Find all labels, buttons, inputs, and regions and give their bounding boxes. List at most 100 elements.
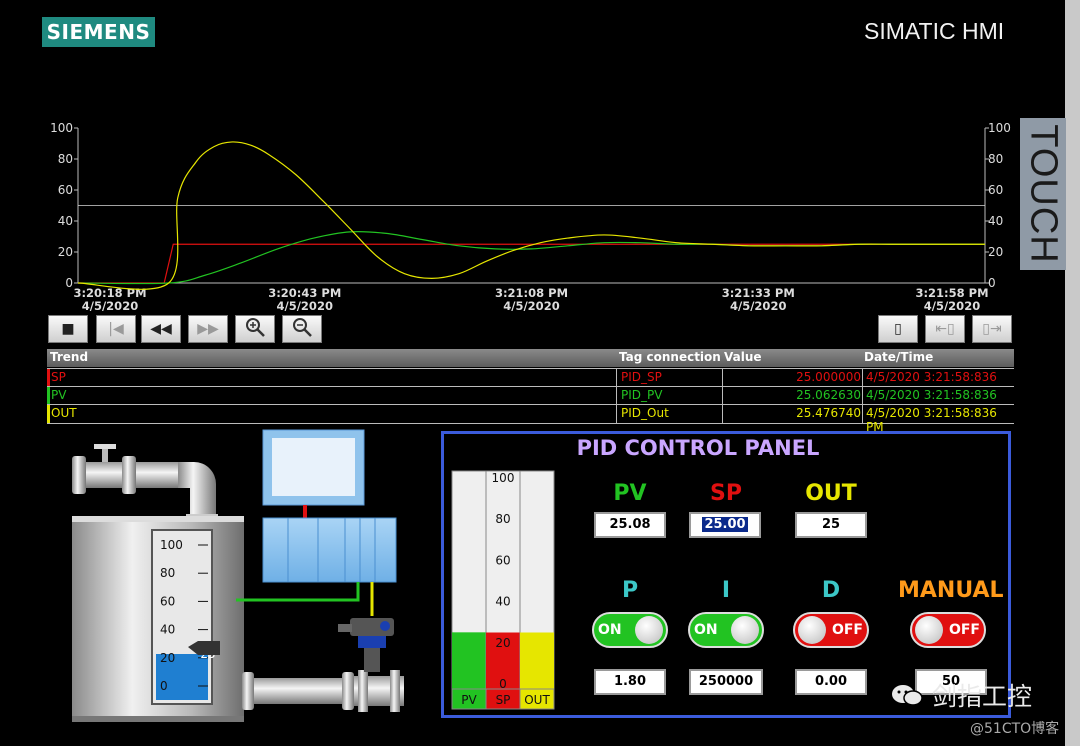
ruler-right-button[interactable]: ▯⇥ xyxy=(972,315,1012,343)
row-tag: PID_Out xyxy=(621,406,669,420)
side-strip xyxy=(1065,0,1080,746)
x-tick-date: 4/5/2020 xyxy=(503,299,559,313)
table-row[interactable]: OUT PID_Out 25.476740 4/5/2020 3:21:58:8… xyxy=(47,404,1014,434)
y-tick-label-right: 80 xyxy=(988,152,1003,166)
p-toggle-state: ON xyxy=(598,622,622,638)
bar-scale-label: 0 xyxy=(499,677,507,691)
x-tick-time: 3:20:18 PM xyxy=(73,286,146,300)
bar-scale-label: 80 xyxy=(495,512,510,526)
tank-scale-label: 100 xyxy=(160,538,183,552)
inlet-pipe xyxy=(72,444,218,522)
first-button[interactable]: |◀ xyxy=(96,315,136,343)
ruler-left-icon: ⇤▯ xyxy=(935,321,955,337)
row-value: 25.062630 xyxy=(796,388,861,402)
hmi-title: SIMATIC HMI xyxy=(864,18,1005,44)
rewind-button[interactable]: ◀◀ xyxy=(141,315,181,343)
y-tick-label: 40 xyxy=(58,214,73,228)
ruler-left-button[interactable]: ⇤▯ xyxy=(925,315,965,343)
manual-label: MANUAL xyxy=(898,578,1004,603)
ruler-icon: ▯ xyxy=(894,321,902,337)
y-tick-label: 20 xyxy=(58,245,73,259)
x-tick-date: 4/5/2020 xyxy=(82,299,138,313)
y-tick-label: 100 xyxy=(50,121,73,135)
p-label: P xyxy=(621,578,639,603)
x-tick-time: 3:21:58 PM xyxy=(915,286,988,300)
pv-value-field: 25.08 xyxy=(594,512,666,538)
zoom-in-button[interactable] xyxy=(235,315,275,343)
tank-scale-label: 20 xyxy=(160,651,175,665)
zoom-out-button[interactable] xyxy=(282,315,322,343)
stop-button[interactable]: ■ xyxy=(48,315,88,343)
pid-panel-title: PID CONTROL PANEL xyxy=(576,436,820,460)
i-toggle-state: ON xyxy=(694,622,718,638)
row-tag: PID_SP xyxy=(621,370,662,384)
col-tag: Tag connection xyxy=(619,350,721,364)
stop-icon: ■ xyxy=(61,321,75,337)
row-color-marker xyxy=(47,387,50,405)
i-input[interactable]: 250000 xyxy=(689,669,763,695)
toggle-knob xyxy=(731,616,759,644)
table-row[interactable]: SP PID_SP 25.000000 4/5/2020 3:21:58:836… xyxy=(47,368,1014,398)
x-tick-date: 4/5/2020 xyxy=(730,299,786,313)
series-pv xyxy=(77,230,985,285)
toggle-knob xyxy=(915,616,943,644)
y-tick-label-right: 40 xyxy=(988,214,1003,228)
plc-rack xyxy=(262,517,397,583)
p-toggle[interactable]: ON xyxy=(592,612,668,648)
tank-scale-label: 40 xyxy=(160,623,175,637)
d-input[interactable]: 0.00 xyxy=(795,669,867,695)
bar-label: SP xyxy=(496,693,511,707)
bar-scale-label: 100 xyxy=(492,471,515,485)
row-datetime: 4/5/2020 3:21:58:836 PM xyxy=(866,406,997,434)
forward-button[interactable]: ▶▶ xyxy=(188,315,228,343)
level-gauge xyxy=(151,529,213,705)
y-tick-label-right: 20 xyxy=(988,245,1003,259)
y-tick-label-right: 60 xyxy=(988,183,1003,197)
pid-bar-graph: PV SP OUT 100 80 60 40 20 0 xyxy=(451,470,555,710)
bar-out xyxy=(520,632,554,689)
trend-table: Trend Tag connection Value Date/Time SP … xyxy=(47,349,1014,434)
y-tick-label: 0 xyxy=(65,276,73,290)
d-toggle[interactable]: OFF xyxy=(793,612,869,648)
control-valve xyxy=(338,618,394,672)
row-color-marker xyxy=(47,405,50,423)
table-header: Trend Tag connection Value Date/Time xyxy=(47,349,1014,367)
series-sp xyxy=(78,243,985,284)
zoom-out-icon xyxy=(291,316,313,342)
ruler-button[interactable]: ▯ xyxy=(878,315,918,343)
bar-scale-label: 20 xyxy=(495,636,510,650)
forward-icon: ▶▶ xyxy=(197,321,219,337)
x-tick-date: 4/5/2020 xyxy=(277,299,333,313)
tank-scale-label: 80 xyxy=(160,566,175,580)
manual-toggle[interactable]: OFF xyxy=(910,612,986,648)
bar-label: PV xyxy=(461,693,477,707)
sp-input[interactable]: 25.00 xyxy=(689,512,761,538)
toggle-knob xyxy=(635,616,663,644)
d-label: D xyxy=(821,578,841,603)
d-toggle-state: OFF xyxy=(831,622,863,638)
process-graphic: 10080604020025 xyxy=(72,429,404,722)
bar-label: OUT xyxy=(524,693,550,707)
touch-label: TOUCH xyxy=(1022,124,1065,264)
row-color-marker xyxy=(47,369,50,387)
row-trend: OUT xyxy=(51,406,77,420)
sp-input-value: 25.00 xyxy=(702,517,748,532)
p-input[interactable]: 1.80 xyxy=(594,669,666,695)
pv-label: PV xyxy=(613,481,647,506)
watermark-site: @51CTO博客 xyxy=(970,721,1060,737)
y-tick-label-right: 100 xyxy=(988,121,1011,135)
table-row[interactable]: PV PID_PV 25.062630 4/5/2020 3:21:58:836… xyxy=(47,386,1014,416)
row-tag: PID_PV xyxy=(621,388,663,402)
outlet-pipe xyxy=(242,670,404,712)
y-tick-label: 80 xyxy=(58,152,73,166)
y-tick-label-right: 0 xyxy=(988,276,996,290)
rewind-icon: ◀◀ xyxy=(150,321,172,337)
siemens-logo: SIEMENS xyxy=(42,17,155,47)
trend-chart: 100 10080 8060 6040 4020 200 03:20:18 PM4/5/20… xyxy=(50,121,1011,313)
toggle-knob xyxy=(798,616,826,644)
i-toggle[interactable]: ON xyxy=(688,612,764,648)
manual-toggle-state: OFF xyxy=(948,622,980,638)
row-trend: SP xyxy=(51,370,66,384)
bar-scale-label: 40 xyxy=(495,595,510,609)
series-out xyxy=(77,141,985,290)
